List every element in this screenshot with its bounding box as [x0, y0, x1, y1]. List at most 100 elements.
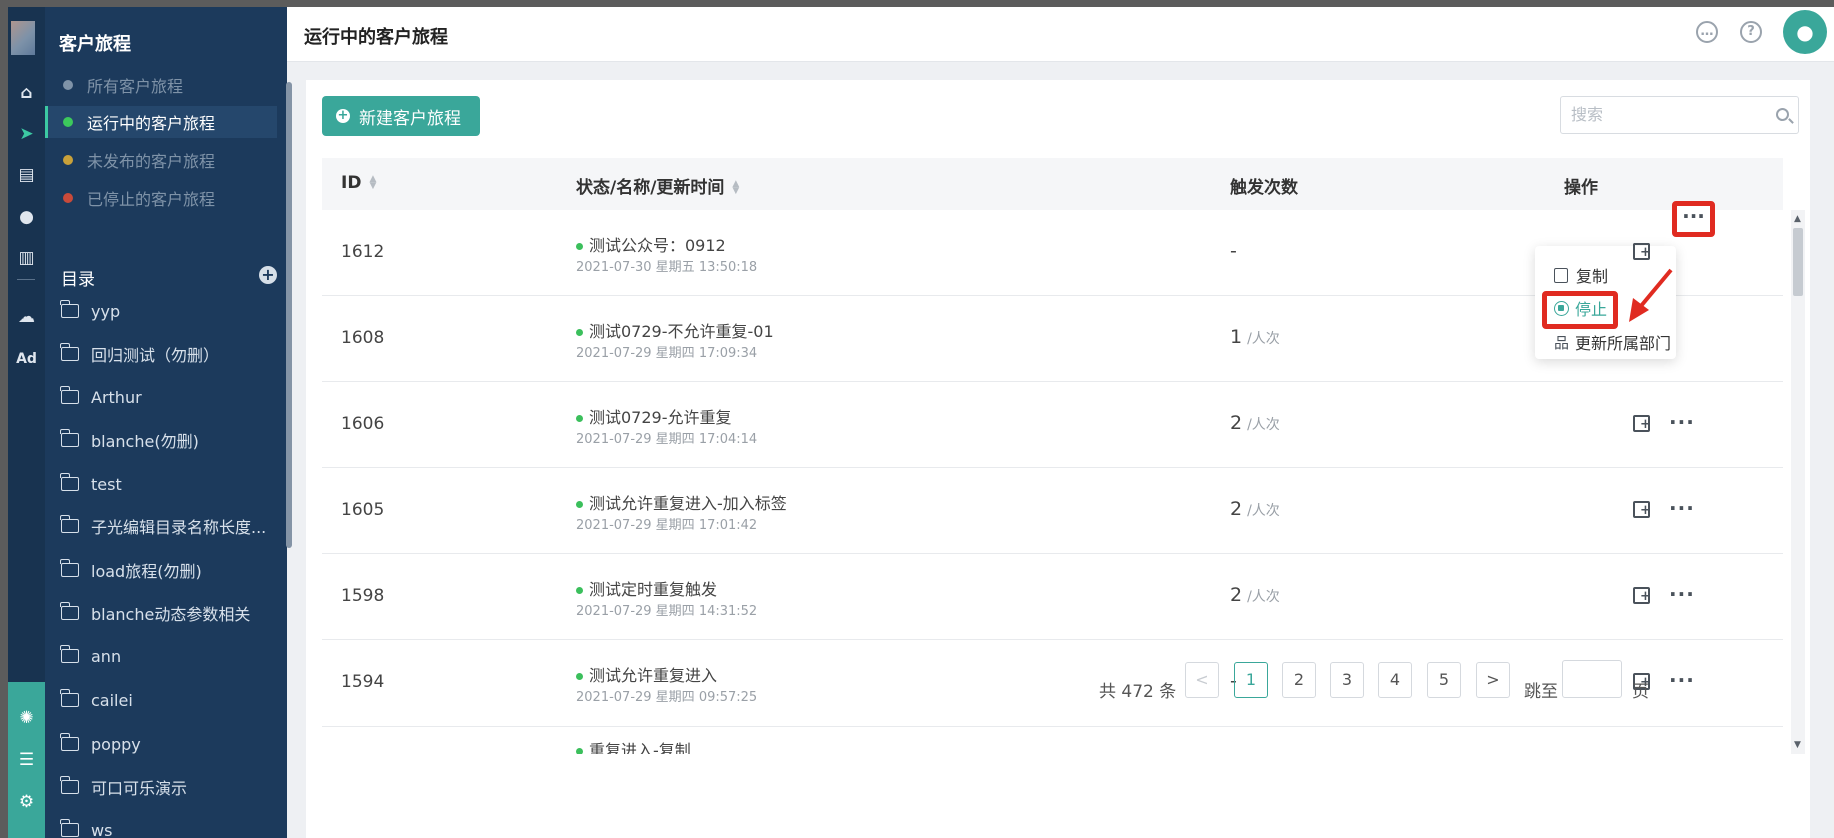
folder-item[interactable]: blanche(勿删) [45, 423, 277, 457]
folder-item[interactable]: load旅程(勿删) [45, 553, 277, 587]
ad-icon[interactable]: Ad [8, 343, 45, 375]
table-row[interactable]: 1598 测试定时重复触发 2021-07-29 星期四 14:31:52 2/… [322, 554, 1783, 640]
scroll-down-icon[interactable]: ▼ [1794, 740, 1801, 750]
folder-item[interactable]: yyp [45, 294, 277, 328]
edit-icon[interactable] [1633, 587, 1651, 604]
page-button[interactable]: 5 [1427, 662, 1461, 698]
jump-page-input[interactable] [1562, 660, 1622, 698]
menu-item-label: 更新所属部门 [1575, 334, 1672, 353]
more-icon[interactable]: ··· [1669, 410, 1695, 434]
hub-icon[interactable]: ✺ [8, 702, 45, 734]
sidebar-item-stopped[interactable]: 已停止的客户旅程 [45, 182, 277, 214]
scrollbar-thumb[interactable] [1793, 228, 1803, 296]
journey-name[interactable]: 测试定时重复触发 [576, 576, 717, 600]
sidebar-title: 客户旅程 [59, 34, 131, 55]
sort-icon[interactable]: ▲ ▼ [732, 180, 739, 196]
table-row[interactable]: 1606 测试0729-允许重复 2021-07-29 星期四 17:04:14… [322, 382, 1783, 468]
edit-icon[interactable] [1633, 243, 1651, 260]
server-icon[interactable]: ☰ [8, 744, 45, 776]
folder-item[interactable]: poppy [45, 727, 277, 761]
column-header-triggers: 触发次数 [1230, 178, 1298, 198]
page-button[interactable]: 4 [1378, 662, 1412, 698]
trigger-count-value: 2 [1230, 498, 1243, 520]
chat-icon[interactable]: … [1696, 21, 1718, 43]
icon-rail: ⌂ ➤ ▤ ● ▥ ☁ Ad ✺ ☰ ⚙ [8, 7, 45, 838]
help-icon[interactable]: ? [1740, 21, 1762, 43]
folder-label: load旅程(勿删) [91, 562, 202, 581]
column-header-status[interactable]: 状态/名称/更新时间 ▲ ▼ [576, 173, 739, 198]
sort-icon[interactable]: ▲ ▼ [369, 175, 376, 191]
new-journey-button[interactable]: + 新建客户旅程 [322, 96, 480, 136]
sidebar-item-running[interactable]: 运行中的客户旅程 [45, 106, 277, 138]
column-label: 状态/名称/更新时间 [576, 178, 725, 198]
journey-name[interactable]: 测试0729-允许重复 [576, 404, 732, 428]
page-suffix: 页 [1632, 682, 1649, 702]
journey-name-text: 测试允许重复进入-加入标签 [589, 494, 787, 513]
more-icon[interactable]: ··· [1669, 668, 1695, 692]
folder-item[interactable]: 回归测试（勿删） [45, 337, 277, 371]
folder-label: cailei [91, 690, 133, 710]
menu-item-copy[interactable]: 复制 [1554, 263, 1608, 287]
row-id: 1606 [341, 414, 385, 434]
chart-icon[interactable]: ▥ [8, 242, 45, 274]
trigger-count-value: 1 [1230, 326, 1243, 348]
status-dot [63, 155, 73, 165]
add-folder-icon[interactable]: + [259, 266, 277, 284]
user-icon[interactable]: ● [8, 201, 45, 233]
folder-item[interactable]: cailei [45, 683, 277, 717]
journey-name[interactable]: 测试允许重复进入-加入标签 [576, 490, 787, 514]
gear-icon[interactable]: ⚙ [8, 786, 45, 818]
page-button[interactable]: 1 [1234, 662, 1268, 698]
folder-label: yyp [91, 301, 121, 321]
folder-icon [60, 645, 79, 663]
journey-name[interactable]: 测试公众号：0912 [576, 232, 726, 256]
folder-label: blanche(勿删) [91, 432, 199, 451]
table-scrollbar[interactable]: ▲ ▼ [1791, 210, 1805, 754]
folder-item[interactable]: ws [45, 813, 277, 838]
app-logo [11, 21, 35, 55]
folder-icon [60, 689, 79, 707]
prev-page-button[interactable]: < [1185, 662, 1219, 698]
sidebar-item-label: 运行中的客户旅程 [87, 114, 216, 133]
sidebar-scrollbar[interactable] [286, 82, 292, 548]
folder-item[interactable]: test [45, 467, 277, 501]
page-button[interactable]: 3 [1330, 662, 1364, 698]
journey-name-text: 测试0729-允许重复 [589, 408, 732, 427]
edit-icon[interactable] [1633, 415, 1651, 432]
search-icon[interactable] [1776, 108, 1789, 121]
folder-item[interactable]: 子光编辑目录名称长度... [45, 509, 277, 543]
more-button-highlighted[interactable]: ··· [1672, 201, 1715, 237]
search-input[interactable]: 搜索 [1560, 96, 1799, 134]
sidebar-item-unpublished[interactable]: 未发布的客户旅程 [45, 144, 277, 176]
table-row[interactable]: 1605 测试允许重复进入-加入标签 2021-07-29 星期四 17:01:… [322, 468, 1783, 554]
home-icon[interactable]: ⌂ [8, 77, 45, 109]
trigger-unit: /人次 [1247, 331, 1280, 347]
menu-item-update-department[interactable]: 品更新所属部门 [1554, 330, 1671, 354]
wechat-icon[interactable]: ☁ [8, 301, 45, 333]
folder-item[interactable]: ann [45, 639, 277, 673]
next-page-button[interactable]: > [1476, 662, 1510, 698]
page-button[interactable]: 2 [1282, 662, 1316, 698]
more-icon[interactable]: ··· [1669, 496, 1695, 520]
table-row-partial[interactable]: 重复进入-复制 [322, 740, 1783, 754]
column-header-id[interactable]: ID ▲ ▼ [341, 173, 376, 193]
sidebar-item-all[interactable]: 所有客户旅程 [45, 69, 277, 101]
folder-item[interactable]: Arthur [45, 380, 277, 414]
scroll-up-icon[interactable]: ▲ [1794, 214, 1801, 224]
journey-name[interactable]: 测试0729-不允许重复-01 [576, 318, 774, 342]
folder-label: ann [91, 646, 122, 666]
send-icon[interactable]: ➤ [8, 118, 45, 150]
updated-time: 2021-07-29 星期四 17:01:42 [576, 518, 758, 533]
sidebar-item-label: 未发布的客户旅程 [87, 152, 216, 171]
row-divider [322, 726, 1783, 727]
journey-name[interactable]: 测试允许重复进入 [576, 662, 717, 686]
folder-item[interactable]: 可口可乐演示 [45, 770, 277, 804]
column-header-actions: 操作 [1564, 178, 1598, 198]
layout-icon[interactable]: ▤ [8, 159, 45, 191]
folder-icon [60, 473, 79, 491]
avatar[interactable]: ● [1783, 10, 1827, 54]
more-icon[interactable]: ··· [1669, 582, 1695, 606]
pagination-total: 共 472 条 [1099, 682, 1177, 702]
edit-icon[interactable] [1633, 501, 1651, 518]
folder-item[interactable]: blanche动态参数相关 [45, 596, 277, 630]
